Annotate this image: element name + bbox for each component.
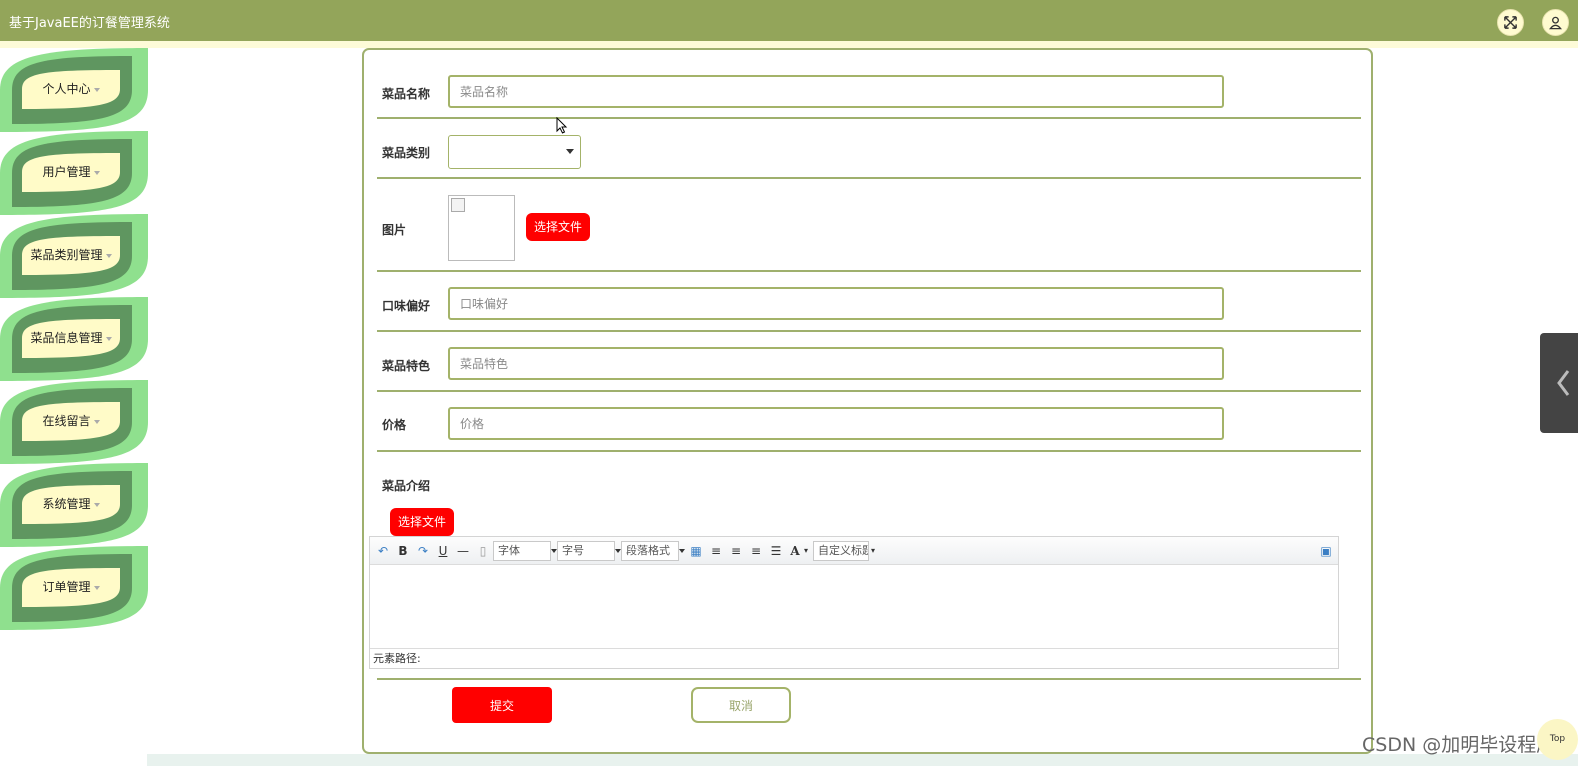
font-color-button[interactable]: A [788, 543, 802, 559]
caret-down-icon [93, 419, 100, 424]
table-icon[interactable]: ▦ [688, 543, 704, 559]
dish-form-panel: 菜品名称 菜品类别 图片 选择文件 口味偏好 菜品特色 价格 菜品介绍 选择文件… [362, 48, 1373, 754]
form-row-image: 图片 选择文件 [377, 179, 1361, 272]
taste-label: 口味偏好 [382, 299, 431, 313]
editor-toolbar: ↶ B ↷ U — ▯ 字体 字号 段落格式 ▦ ≡ ≡ ≡ ☰ A ▾ 自定义… [370, 537, 1338, 565]
image-label: 图片 [382, 223, 407, 237]
broken-image-icon [451, 198, 465, 212]
horizontal-rule-icon[interactable]: — [455, 543, 471, 559]
sidebar-item-user-management[interactable]: 用户管理 [0, 131, 148, 215]
top-header: 基于JavaEE的订餐管理系统 [0, 0, 1578, 41]
caret-down-icon [93, 502, 100, 507]
user-button[interactable] [1542, 9, 1569, 36]
align-left-icon[interactable]: ≡ [708, 543, 724, 559]
element-path-status: 元素路径: [370, 648, 1338, 668]
sidebar-item-label: 在线留言 [42, 414, 91, 428]
sidebar-item-label: 系统管理 [42, 497, 91, 511]
blank-page-icon[interactable]: ▯ [475, 543, 491, 559]
form-row-name: 菜品名称 [377, 50, 1361, 119]
dropdown-arrow-icon [678, 542, 686, 560]
side-panel-toggle[interactable] [1540, 333, 1578, 433]
paragraph-format-value: 段落格式 [626, 544, 670, 557]
sidebar-item-label: 用户管理 [42, 165, 91, 179]
underline-button[interactable]: U [435, 543, 451, 559]
name-label: 菜品名称 [382, 87, 431, 101]
dish-name-input[interactable] [448, 75, 1224, 108]
align-right-icon[interactable]: ≡ [728, 543, 744, 559]
image-preview [448, 195, 515, 261]
choose-file-button[interactable]: 选择文件 [390, 508, 455, 536]
price-label: 价格 [382, 418, 407, 432]
category-label: 菜品类别 [382, 146, 431, 160]
sidebar-item-personal-center[interactable]: 个人中心 [0, 48, 148, 132]
sidebar-item-label: 订单管理 [42, 580, 91, 594]
caret-down-icon [105, 253, 112, 258]
form-row-taste: 口味偏好 [377, 272, 1361, 332]
caret-down-icon [93, 170, 100, 175]
sidebar-item-system-management[interactable]: 系统管理 [0, 463, 148, 547]
form-row-category: 菜品类别 [377, 119, 1361, 179]
form-row-price: 价格 [377, 392, 1361, 452]
font-family-value: 字体 [498, 544, 520, 557]
mouse-cursor-icon [556, 117, 568, 134]
redo-icon[interactable]: ↷ [415, 543, 431, 559]
price-input[interactable] [448, 407, 1224, 440]
font-size-dropdown[interactable]: 字号 [557, 541, 621, 561]
taste-input[interactable] [448, 287, 1224, 320]
caret-down-icon [105, 336, 112, 341]
sidebar-item-label: 菜品类别管理 [30, 248, 103, 262]
editor-content-area[interactable] [370, 566, 1338, 648]
custom-title-dropdown[interactable]: 自定义标题 [813, 541, 869, 561]
sidebar-item-dish-info-management[interactable]: 菜品信息管理 [0, 297, 148, 381]
form-row-feature: 菜品特色 [377, 332, 1361, 392]
sidebar-item-online-message[interactable]: 在线留言 [0, 380, 148, 464]
feature-label: 菜品特色 [382, 359, 431, 373]
back-to-top-button[interactable]: Top [1537, 719, 1578, 760]
sidebar-item-label: 菜品信息管理 [30, 331, 103, 345]
chevron-left-icon [1557, 370, 1570, 396]
choose-image-button[interactable]: 选择文件 [526, 213, 591, 241]
sidebar-item-order-management[interactable]: 订单管理 [0, 546, 148, 630]
caret-down-icon [93, 87, 100, 92]
submit-button[interactable]: 提交 [452, 687, 552, 723]
fullscreen-button[interactable] [1497, 9, 1524, 36]
sidebar-item-dish-category-management[interactable]: 菜品类别管理 [0, 214, 148, 298]
paragraph-format-dropdown[interactable]: 段落格式 [621, 541, 685, 561]
font-family-dropdown[interactable]: 字体 [493, 541, 557, 561]
intro-label: 菜品介绍 [382, 479, 431, 493]
align-justify-icon[interactable]: ☰ [768, 543, 784, 559]
custom-title-arrow-icon[interactable]: ▾ [869, 543, 877, 559]
header-strip [0, 41, 1578, 48]
fullscreen-editor-icon[interactable]: ▣ [1318, 543, 1334, 559]
feature-input[interactable] [448, 347, 1224, 380]
undo-icon[interactable]: ↶ [375, 543, 391, 559]
sidebar-item-label: 个人中心 [42, 82, 91, 96]
bold-button[interactable]: B [395, 543, 411, 559]
align-center-icon[interactable]: ≡ [748, 543, 764, 559]
expand-arrows-icon [1504, 16, 1517, 29]
chevron-down-icon [566, 149, 574, 154]
rich-text-editor: ↶ B ↷ U — ▯ 字体 字号 段落格式 ▦ ≡ ≡ ≡ ☰ A ▾ 自定义… [369, 536, 1339, 669]
font-color-arrow-icon[interactable]: ▾ [802, 543, 810, 559]
cancel-button[interactable]: 取消 [691, 687, 791, 723]
font-size-value: 字号 [562, 544, 584, 557]
app-title: 基于JavaEE的订餐管理系统 [9, 16, 170, 31]
csdn-watermark: CSDN @加明毕设程序 [1362, 734, 1556, 756]
custom-title-value: 自定义标题 [818, 544, 869, 557]
category-select[interactable] [448, 135, 581, 169]
user-icon [1548, 16, 1563, 30]
caret-down-icon [93, 585, 100, 590]
